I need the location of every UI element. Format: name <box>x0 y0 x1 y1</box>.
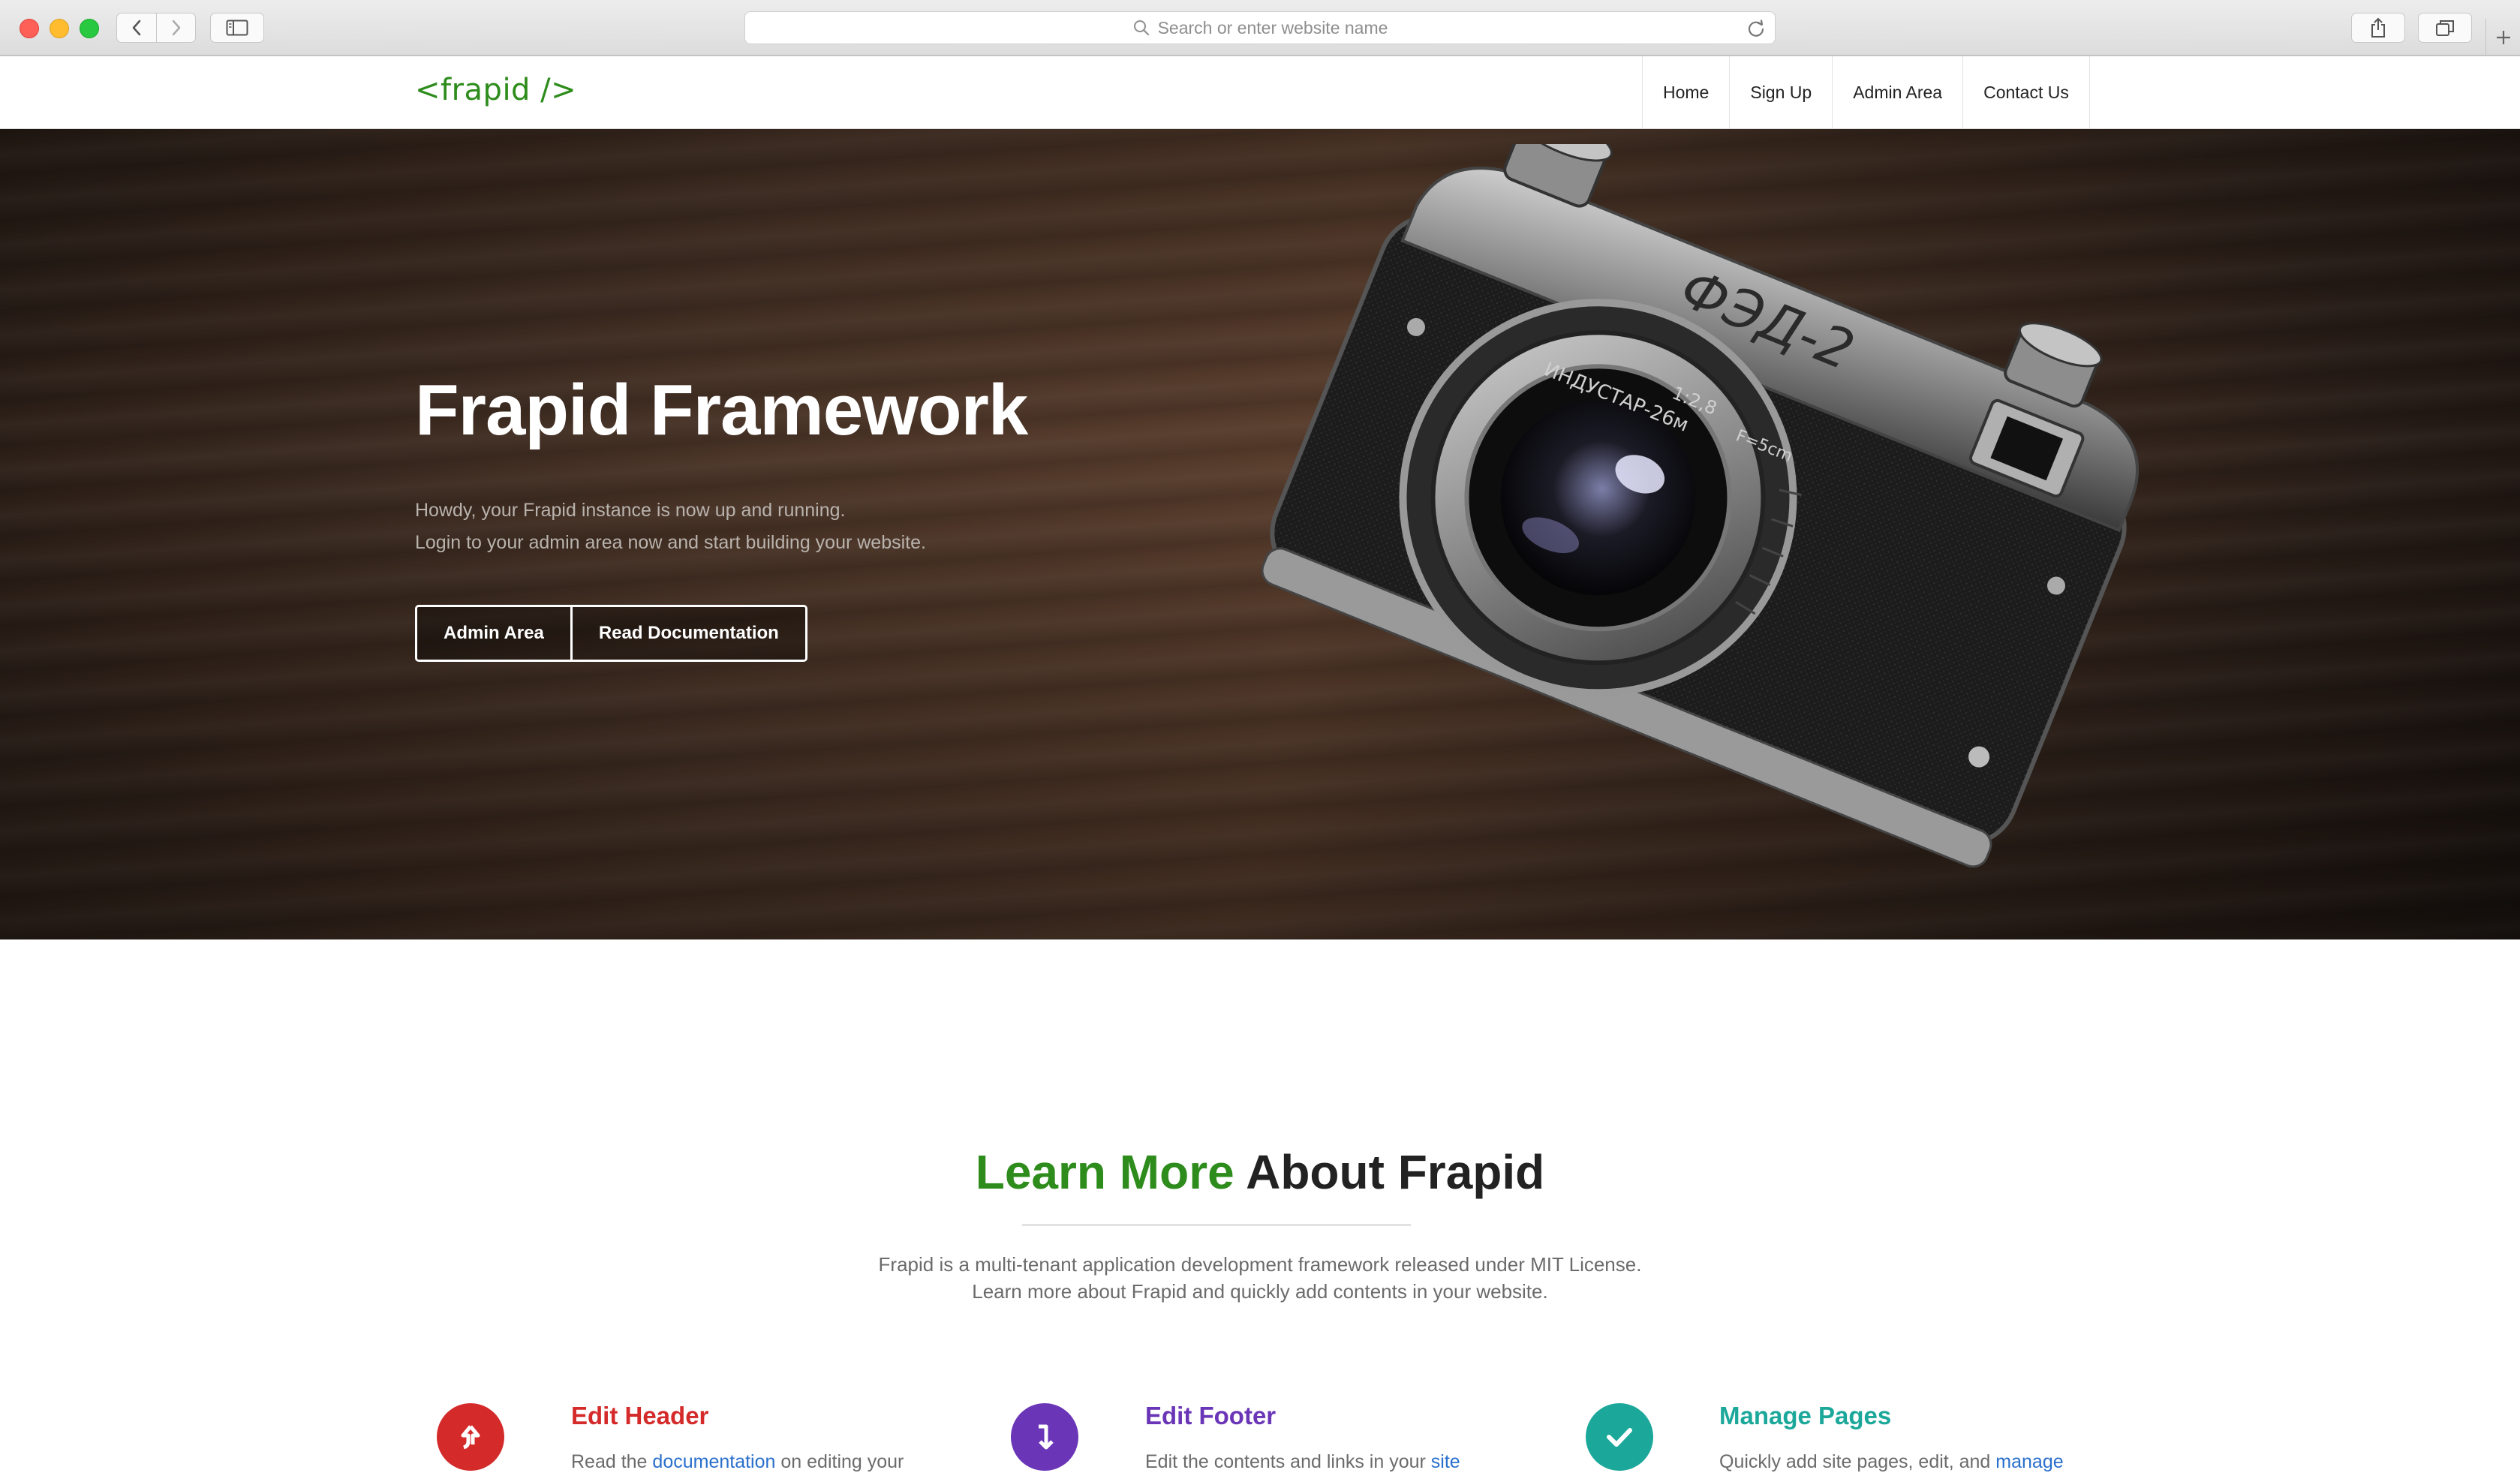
share-icon <box>2371 17 2385 38</box>
hero-subtitle-line-2: Login to your admin area now and start b… <box>415 532 926 553</box>
nav-home-link[interactable]: Home <box>1642 56 1729 128</box>
edit-footer-title[interactable]: Edit Footer <box>1145 1402 1276 1430</box>
hero-banner: ФЭД-2 ИНДУСТАР-26м 1:2,8 F=5cm Frapid Fr… <box>0 129 2520 939</box>
site-navbar: <frapid /> Home Sign Up Admin Area Conta… <box>0 56 2520 129</box>
address-bar[interactable]: Search or enter website name <box>744 11 1776 44</box>
site-logo[interactable]: <frapid /> <box>415 73 576 107</box>
learn-more-description-1: Frapid is a multi-tenant application dev… <box>878 1253 1642 1276</box>
browser-toolbar: Search or enter website name <box>0 0 2520 56</box>
tabs-overview-icon <box>2436 20 2454 36</box>
edit-header-text: Read the documentation on editing your <box>571 1451 904 1473</box>
minimize-window-button[interactable] <box>50 19 69 38</box>
nav-sign-up-link[interactable]: Sign Up <box>1729 56 1832 128</box>
learn-more-heading-rest: About Frapid <box>1234 1145 1545 1199</box>
address-placeholder: Search or enter website name <box>1157 17 1388 38</box>
hero-title: Frapid Framework <box>415 370 1028 450</box>
history-nav <box>116 13 196 43</box>
read-documentation-button[interactable]: Read Documentation <box>573 607 805 660</box>
back-button[interactable] <box>117 14 156 42</box>
zoom-window-button[interactable] <box>80 19 99 38</box>
plus-icon <box>2497 31 2510 44</box>
main-menu: Home Sign Up Admin Area Contact Us <box>1642 56 2090 128</box>
arrow-down-icon <box>1039 1424 1054 1450</box>
admin-area-button[interactable]: Admin Area <box>417 607 573 660</box>
learn-more-heading: Learn More About Frapid <box>0 1144 2520 1200</box>
search-icon <box>1133 20 1149 36</box>
manage-pages-text: Quickly add site pages, edit, and manage <box>1719 1451 2064 1473</box>
learn-more-heading-accent: Learn More <box>975 1145 1234 1199</box>
share-button[interactable] <box>2351 13 2405 43</box>
edit-header-icon-badge <box>437 1403 504 1471</box>
new-tab-button[interactable] <box>2485 19 2520 56</box>
camera-illustration: ФЭД-2 ИНДУСТАР-26м 1:2,8 F=5cm <box>1261 144 2140 868</box>
manage-pages-icon-badge <box>1586 1403 1653 1471</box>
checkmark-icon <box>1607 1428 1632 1447</box>
edit-footer-text: Edit the contents and links in your site <box>1145 1451 1460 1473</box>
close-window-button[interactable] <box>20 19 39 38</box>
learn-more-description-2: Learn more about Frapid and quickly add … <box>972 1280 1548 1303</box>
heading-divider <box>1022 1224 1411 1226</box>
hero-subtitle-line-1: Howdy, your Frapid instance is now up an… <box>415 500 846 521</box>
nav-contact-us-link[interactable]: Contact Us <box>1962 56 2090 128</box>
reload-icon[interactable] <box>1746 19 1766 38</box>
sidebar-toggle-button[interactable] <box>210 13 264 43</box>
show-tabs-button[interactable] <box>2418 13 2472 43</box>
chevron-left-icon <box>132 20 141 36</box>
hero-button-group: Admin Area Read Documentation <box>415 605 807 662</box>
arrow-up-icon <box>461 1425 480 1450</box>
manage-pages-title[interactable]: Manage Pages <box>1719 1402 1891 1430</box>
edit-header-title[interactable]: Edit Header <box>571 1402 708 1430</box>
chevron-right-icon <box>172 20 181 36</box>
forward-button[interactable] <box>157 14 196 42</box>
nav-admin-area-link[interactable]: Admin Area <box>1832 56 1962 128</box>
sidebar-icon <box>226 20 248 36</box>
edit-footer-icon-badge <box>1011 1403 1078 1471</box>
